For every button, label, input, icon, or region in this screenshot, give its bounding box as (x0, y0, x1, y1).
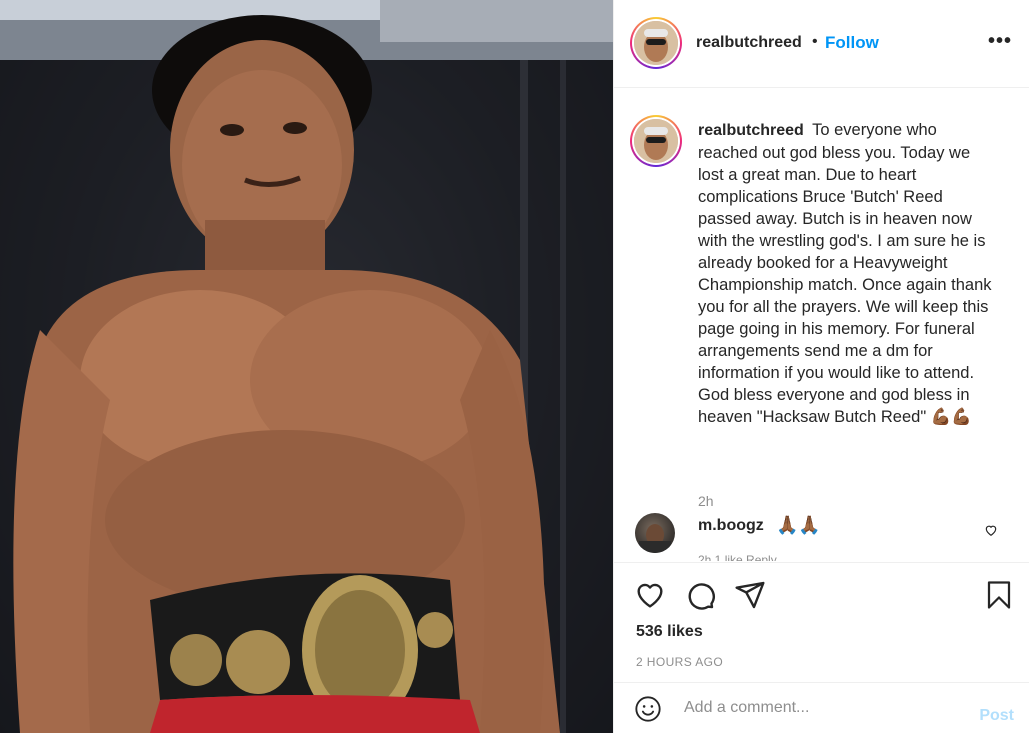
more-options-icon[interactable]: ••• (988, 30, 1012, 53)
separator-dot: • (812, 33, 818, 50)
save-bookmark-icon[interactable] (984, 579, 1014, 616)
caption-text: realbutchreed To everyone who reached ou… (698, 119, 998, 428)
author-username[interactable]: realbutchreed (696, 34, 802, 52)
post-comment-button[interactable]: Post (979, 707, 1014, 725)
comment-meta: 2h 1 like Reply (698, 553, 777, 561)
post-panel: realbutchreed • Follow ••• realbutchreed… (613, 0, 1029, 733)
share-icon[interactable] (734, 579, 766, 616)
caption-body: To everyone who reached out god bless yo… (698, 121, 992, 426)
likes-count[interactable]: 536 likes (636, 623, 703, 641)
profile-photo (634, 119, 678, 163)
comments-area[interactable]: realbutchreed To everyone who reached ou… (614, 89, 1029, 561)
comment-like-icon[interactable] (984, 523, 998, 542)
post-timestamp[interactable]: 2 HOURS AGO (636, 655, 723, 669)
caption-avatar[interactable] (630, 115, 682, 167)
author-avatar[interactable] (630, 17, 682, 69)
like-icon[interactable] (634, 579, 666, 616)
add-comment-bar: Post (614, 682, 1029, 733)
post-photo[interactable] (0, 0, 613, 733)
action-bar: 536 likes 2 HOURS AGO (614, 562, 1029, 682)
post-header: realbutchreed • Follow ••• (614, 0, 1029, 88)
commenter-avatar[interactable] (635, 513, 675, 553)
emoji-icon[interactable] (634, 695, 662, 728)
comment-icon[interactable] (684, 579, 716, 616)
comment-input[interactable] (684, 696, 964, 720)
commenter-username[interactable]: m.boogz (698, 517, 764, 535)
comment-item: m.boogz 🙏🏾🙏🏾 2h 1 like Reply (614, 513, 1029, 561)
caption-username[interactable]: realbutchreed (698, 122, 804, 139)
comment-text: 🙏🏾🙏🏾 (776, 515, 821, 535)
commenter-photo (639, 524, 671, 553)
caption-time[interactable]: 2h (698, 493, 714, 509)
profile-photo (634, 21, 678, 65)
follow-button[interactable]: Follow (825, 33, 879, 53)
wrestler-photo (0, 0, 613, 733)
